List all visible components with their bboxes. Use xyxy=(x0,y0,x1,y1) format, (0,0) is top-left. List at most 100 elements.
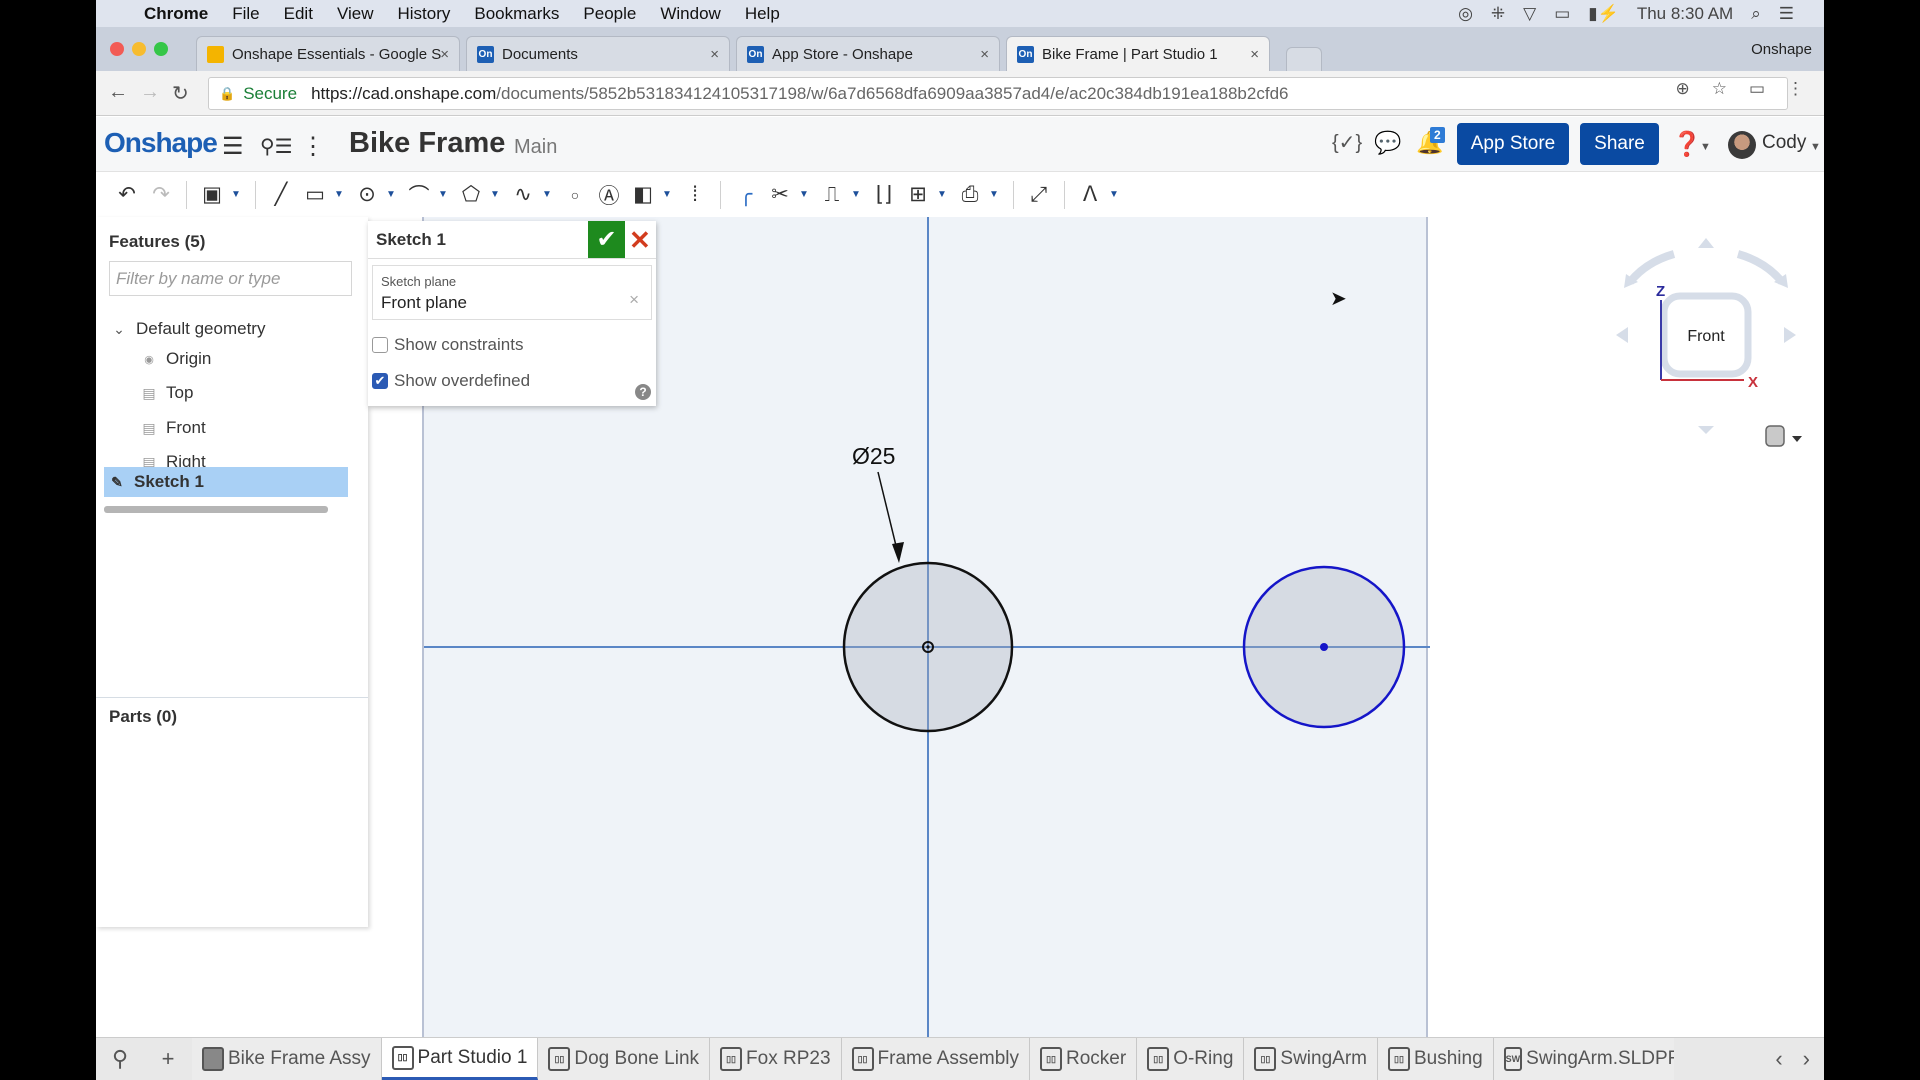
redo-icon[interactable]: ↷ xyxy=(144,178,178,212)
tab-bushing[interactable]: ▯▯ Bushing xyxy=(1377,1038,1494,1080)
use-tool-icon[interactable]: ◧ xyxy=(626,178,660,212)
help-icon[interactable]: ? xyxy=(635,384,651,400)
fillet-tool-icon[interactable]: ╭ xyxy=(729,178,763,212)
tree-item-sketch-1[interactable]: ✎ Sketch 1 xyxy=(104,467,348,497)
chevron-down-icon[interactable]: ⌄ xyxy=(112,321,126,338)
help-icon[interactable]: ❓ xyxy=(1672,130,1702,159)
close-tab-icon[interactable]: × xyxy=(710,46,719,63)
window-minimize-button[interactable] xyxy=(132,42,146,56)
hamburger-menu-icon[interactable]: ☰ xyxy=(222,132,244,161)
dropdown-icon[interactable]: ▼ xyxy=(436,189,450,200)
back-icon[interactable]: ← xyxy=(108,81,128,104)
show-constraints-option[interactable]: Show constraints xyxy=(372,333,523,357)
reload-icon[interactable]: ↻ xyxy=(172,81,189,106)
airplay-icon[interactable]: ▭ xyxy=(1554,4,1570,24)
rectangle-tool-icon[interactable]: ▭ xyxy=(298,178,332,212)
onshape-logo[interactable]: Onshape xyxy=(104,127,218,159)
feature-list-scrollbar[interactable] xyxy=(104,506,328,513)
mirror-tool-icon[interactable]: ⁞ xyxy=(678,178,712,212)
notification-center-icon[interactable]: ☰ xyxy=(1779,4,1794,24)
wifi-icon[interactable]: ▽ xyxy=(1523,4,1536,24)
battery-icon[interactable]: ▮⚡ xyxy=(1588,4,1619,24)
scroll-tabs-left-icon[interactable]: ‹ xyxy=(1775,1046,1782,1072)
dropdown-icon[interactable]: ▼ xyxy=(229,189,243,200)
dropdown-icon[interactable]: ▼ xyxy=(987,189,1001,200)
point-tool-icon[interactable]: ○ xyxy=(558,178,592,212)
accept-button[interactable]: ✔ xyxy=(588,221,625,258)
tree-item-top-plane[interactable]: ▤ Top xyxy=(142,379,193,407)
line-tool-icon[interactable]: ╱ xyxy=(264,178,298,212)
text-tool-icon[interactable]: Ⓐ xyxy=(592,178,626,212)
window-zoom-button[interactable] xyxy=(154,42,168,56)
browser-tab-app-store[interactable]: On App Store - Onshape × xyxy=(736,36,1000,71)
undo-icon[interactable]: ↶ xyxy=(110,178,144,212)
browser-tab-bike-frame[interactable]: On Bike Frame | Part Studio 1 × xyxy=(1006,36,1270,72)
show-constraints-checkbox[interactable] xyxy=(372,337,388,353)
view-mode-dropdown-icon[interactable] xyxy=(1792,436,1802,442)
close-tab-icon[interactable]: × xyxy=(980,46,989,63)
clock[interactable]: Thu 8:30 AM xyxy=(1637,4,1733,24)
rotate-right-arrow[interactable] xyxy=(1784,327,1796,343)
menu-bookmarks[interactable]: Bookmarks xyxy=(474,4,559,24)
linear-pattern-icon[interactable]: ⌊⌋ xyxy=(867,178,901,212)
view-mode-cube-icon[interactable] xyxy=(1765,425,1785,447)
view-cube[interactable]: Front Z X xyxy=(1596,230,1816,460)
bookmark-star-icon[interactable]: ☆ xyxy=(1712,79,1727,99)
circular-pattern-icon[interactable]: ⊞ xyxy=(901,178,935,212)
sketch-plane-field[interactable]: Sketch plane Front plane × xyxy=(372,265,652,320)
close-tab-icon[interactable]: × xyxy=(1250,46,1259,63)
tab-o-ring[interactable]: ▯▯ O-Ring xyxy=(1137,1038,1245,1080)
new-tab-button[interactable] xyxy=(1286,47,1322,71)
dropdown-icon[interactable]: ▼ xyxy=(797,189,811,200)
cast-icon[interactable]: ▭ xyxy=(1749,79,1765,99)
clear-icon[interactable]: × xyxy=(629,290,639,310)
circle-tool-icon[interactable]: ⊙ xyxy=(350,178,384,212)
cancel-button[interactable]: ✕ xyxy=(629,225,651,256)
panel-divider[interactable] xyxy=(96,697,368,698)
dropdown-icon[interactable]: ▼ xyxy=(849,189,863,200)
dropdown-icon[interactable]: ▼ xyxy=(540,189,554,200)
chrome-profile-label[interactable]: Onshape xyxy=(1751,41,1812,58)
menu-people[interactable]: People xyxy=(583,4,636,24)
user-avatar[interactable] xyxy=(1728,131,1756,159)
dropdown-icon[interactable]: ▼ xyxy=(935,189,949,200)
window-close-button[interactable] xyxy=(110,42,124,56)
comments-icon[interactable]: 💬 xyxy=(1374,130,1401,156)
workspace-branch[interactable]: Main xyxy=(514,136,557,159)
tab-fox-rp23[interactable]: ▯▯ Fox RP23 xyxy=(710,1038,842,1080)
menu-file[interactable]: File xyxy=(232,4,259,24)
tree-item-front-plane[interactable]: ▤ Front xyxy=(142,414,205,442)
diameter-dimension[interactable]: Ø25 xyxy=(852,443,895,469)
scroll-tabs-right-icon[interactable]: › xyxy=(1803,1046,1810,1072)
dropdown-icon[interactable]: ▼ xyxy=(1107,189,1121,200)
rotate-up-arrow[interactable] xyxy=(1698,238,1714,248)
show-overdefined-checkbox[interactable]: ✔ xyxy=(372,373,388,389)
new-sketch-icon[interactable]: ▣ xyxy=(195,178,229,212)
transform-tool-icon[interactable]: ⤢ xyxy=(1022,178,1056,212)
creative-cloud-icon[interactable]: ◎ xyxy=(1458,4,1473,24)
trim-tool-icon[interactable]: ✂ xyxy=(763,178,797,212)
version-graph-icon[interactable]: ⚲☰ xyxy=(260,134,293,159)
rotate-ccw-arrow[interactable] xyxy=(1626,250,1676,285)
menu-help[interactable]: Help xyxy=(745,4,780,24)
dropdown-icon[interactable]: ▼ xyxy=(332,189,346,200)
parts-heading[interactable]: Parts (0) xyxy=(109,707,177,727)
feature-script-icon[interactable]: {✓} xyxy=(1332,130,1362,155)
dropdown-icon[interactable]: ▼ xyxy=(660,189,674,200)
tab-frame-assembly[interactable]: ▯▯ Frame Assembly xyxy=(841,1038,1031,1080)
tab-filter-icon[interactable]: ⚲ xyxy=(96,1038,144,1080)
tab-dog-bone-link[interactable]: ▯▯ Dog Bone Link xyxy=(538,1038,711,1080)
rotate-left-arrow[interactable] xyxy=(1616,327,1628,343)
bluetooth-icon[interactable]: ⁜ xyxy=(1491,4,1505,24)
feature-filter-input[interactable] xyxy=(109,261,352,296)
tab-swingarm-sldprt[interactable]: SW SwingArm.SLDPRT xyxy=(1493,1038,1674,1080)
tab-rocker[interactable]: ▯▯ Rocker xyxy=(1030,1038,1138,1080)
help-dropdown-icon[interactable]: ▼ xyxy=(1700,141,1711,153)
rotate-down-arrow[interactable] xyxy=(1698,426,1714,434)
menu-view[interactable]: View xyxy=(337,4,374,24)
browser-tab-documents[interactable]: On Documents × xyxy=(466,36,730,71)
offset-tool-icon[interactable]: ⎍ xyxy=(815,178,849,212)
close-tab-icon[interactable]: × xyxy=(440,46,449,63)
user-menu[interactable]: Cody xyxy=(1762,132,1806,154)
menu-app[interactable]: Chrome xyxy=(144,4,208,24)
